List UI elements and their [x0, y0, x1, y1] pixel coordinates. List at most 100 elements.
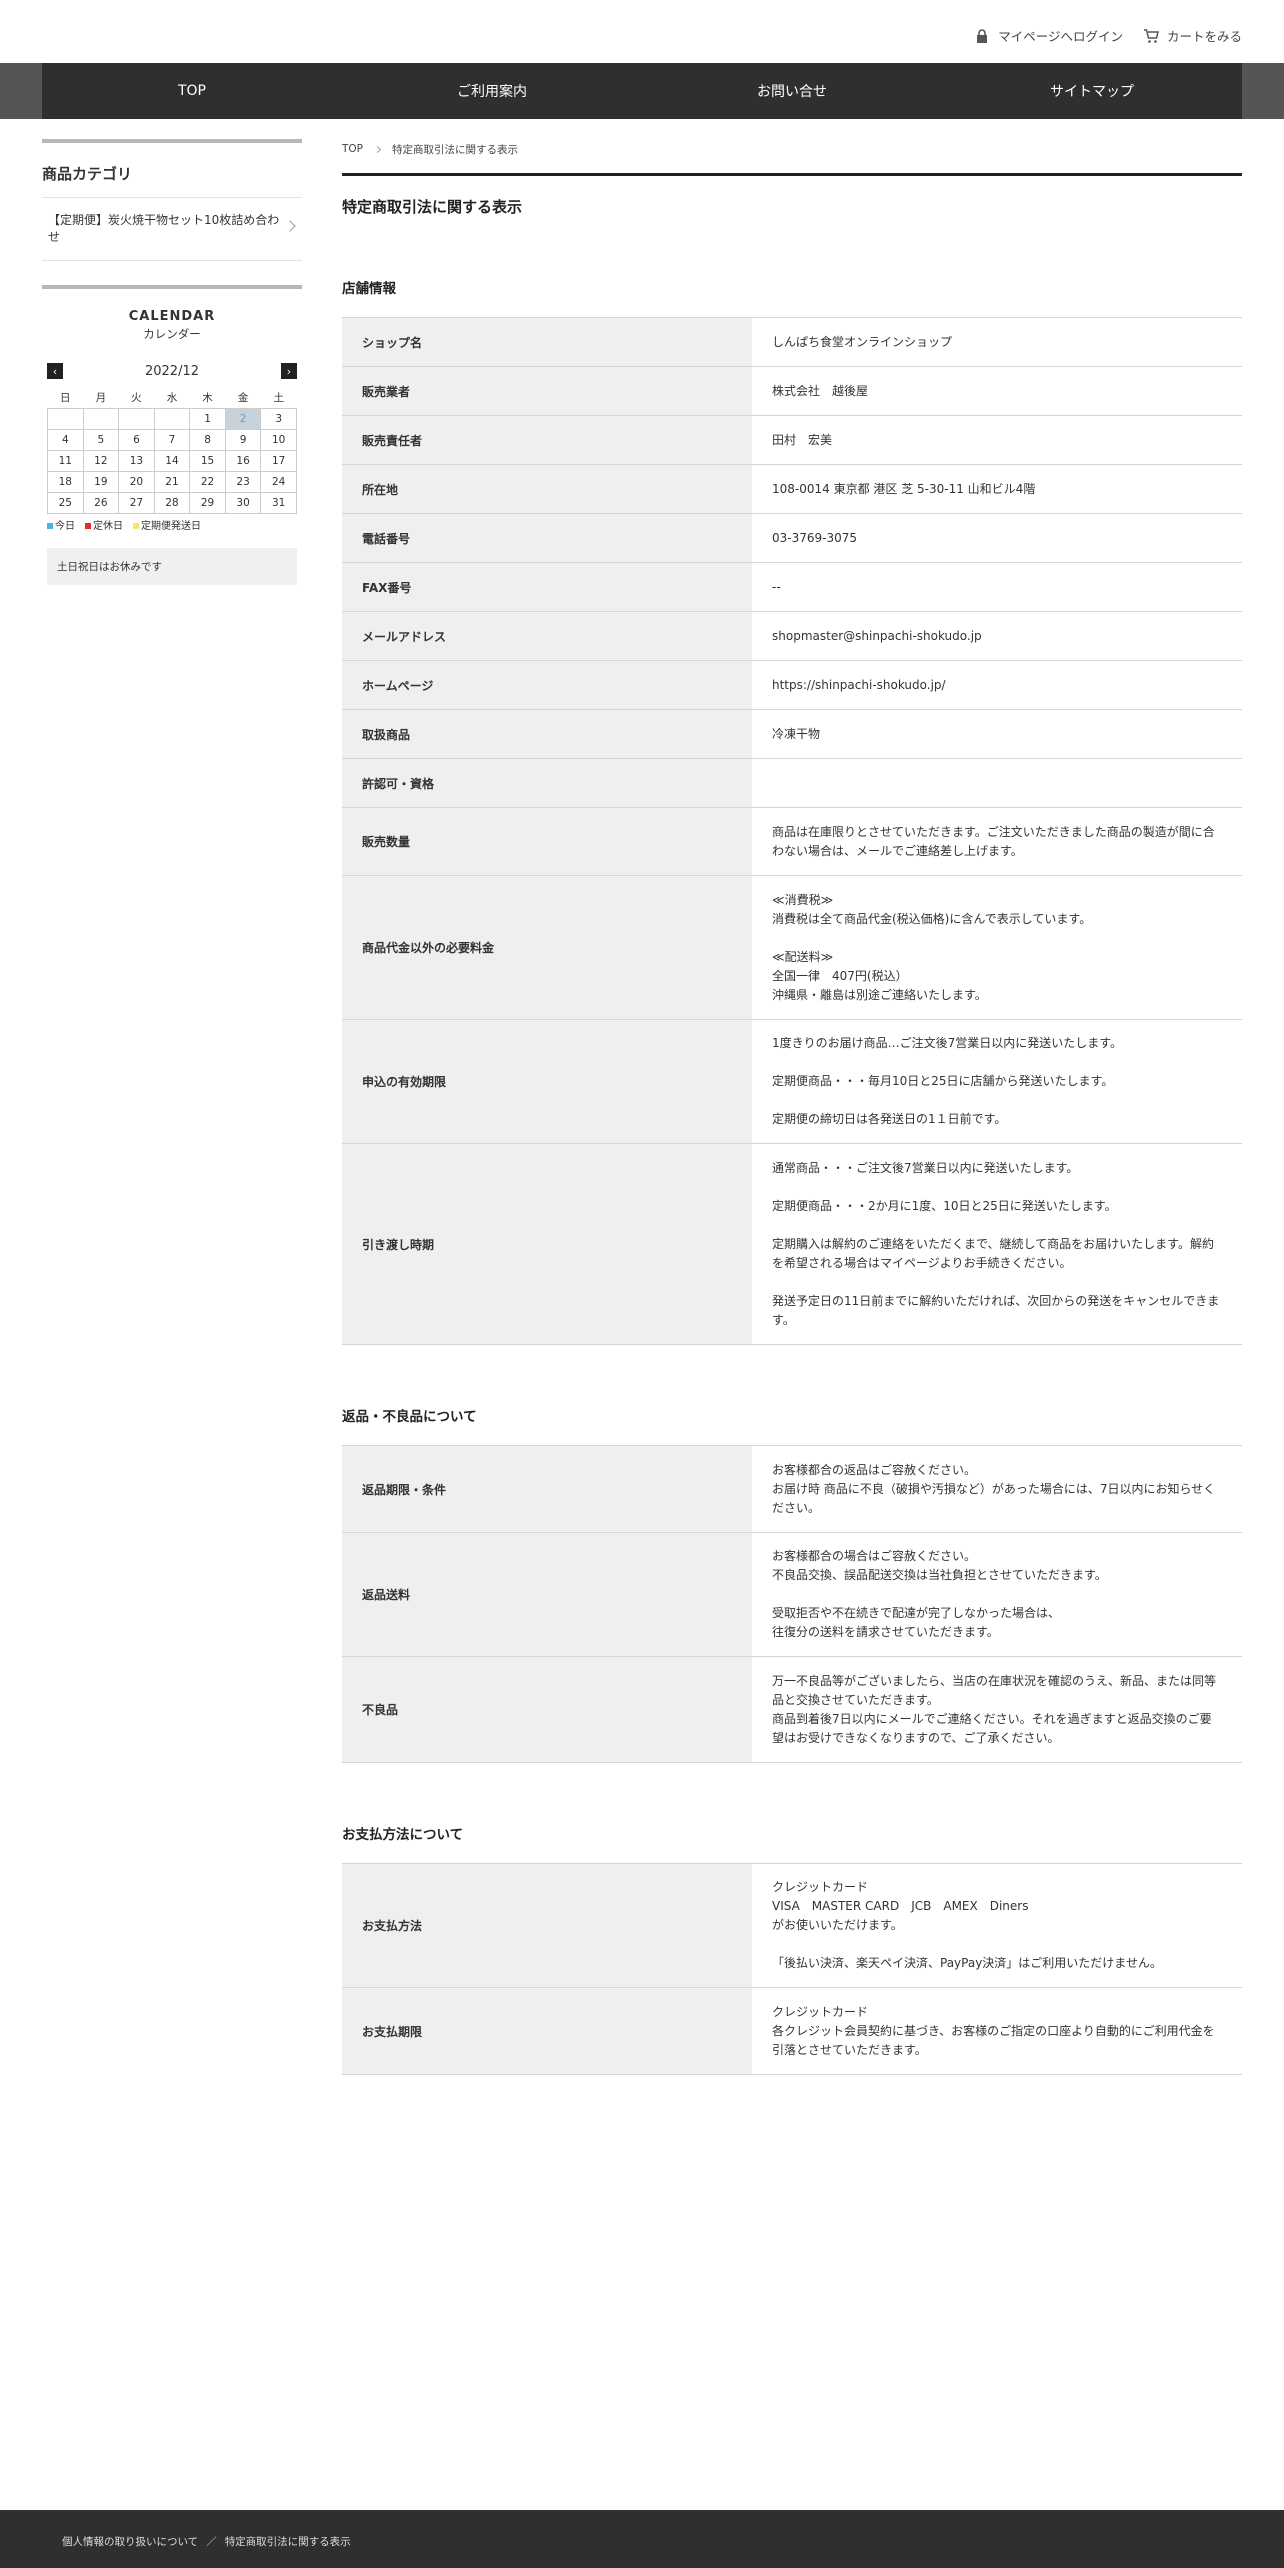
- calendar-day: 31: [260, 491, 297, 514]
- info-row: FAX番号 --: [342, 562, 1242, 612]
- legend-swatch: [133, 522, 139, 529]
- info-value: [752, 759, 1242, 808]
- calendar-grid: 日月火水木金土 1 2 3 4 5 6 7 8 9 10 11 12 13 14 15 16 17 18 19 20 2…: [47, 388, 297, 514]
- calendar-day: 22: [189, 470, 226, 493]
- cart-link[interactable]: カートをみる: [1143, 26, 1242, 45]
- info-label: 販売責任者: [342, 415, 752, 465]
- prev-month-button[interactable]: ‹: [47, 363, 63, 379]
- calendar-day: 28: [153, 491, 191, 514]
- info-label: ショップ名: [342, 317, 752, 367]
- footer-tokusho-link[interactable]: 特定商取引法に関する表示: [225, 2534, 351, 2549]
- info-label: 販売業者: [342, 366, 752, 416]
- legend-swatch: [85, 522, 91, 529]
- info-row: 許認可・資格: [342, 758, 1242, 808]
- category-item-label: 【定期便】炭火焼干物セット10枚詰め合わせ: [48, 213, 280, 244]
- global-nav-wrapper: TOP ご利用案内 お問い合せ サイトマップ: [0, 63, 1284, 119]
- weekday-label: 日: [60, 392, 71, 405]
- weekday-label: 金: [237, 392, 249, 405]
- nav-sitemap[interactable]: サイトマップ: [942, 63, 1242, 119]
- legend-item: 定期便発送日: [133, 517, 201, 532]
- info-value: shopmaster@shinpachi-shokudo.jp: [772, 628, 982, 643]
- calendar-day: 19: [82, 470, 120, 493]
- calendar-day: 29: [189, 491, 226, 514]
- calendar-day: 2: [224, 407, 262, 430]
- info-value: https://shinpachi-shokudo.jp/: [772, 677, 946, 692]
- calendar-day: 16: [224, 449, 262, 472]
- nav-guide[interactable]: ご利用案内: [342, 63, 642, 119]
- info-value: 万一不良品等がございましたら、当店の在庫状況を確認のうえ、新品、または同等品と交…: [772, 1673, 1217, 1745]
- mypage-login-link[interactable]: マイページへログイン: [974, 26, 1123, 45]
- info-value: お客様都合の場合はご容赦ください。 不良品交換、誤品配送交換は当社負担とさせてい…: [772, 1549, 1107, 1639]
- info-label: 不良品: [342, 1656, 752, 1763]
- calendar-day: 10: [260, 428, 297, 451]
- info-label: 許認可・資格: [342, 758, 752, 808]
- info-label: 引き渡し時期: [342, 1143, 752, 1345]
- breadcrumb-current: 特定商取引法に関する表示: [392, 143, 519, 156]
- info-label: 販売数量: [342, 807, 752, 876]
- calendar-day: 20: [118, 470, 155, 493]
- legend-swatch: [47, 522, 53, 529]
- footer-privacy-link[interactable]: 個人情報の取り扱いについて: [62, 2534, 198, 2549]
- nav-top[interactable]: TOP: [42, 63, 342, 119]
- info-value: 通常商品・・・ご注文後7営業日以内に発送いたします。 定期便商品・・・2か月に1…: [772, 1160, 1220, 1327]
- calendar-week: 4 5 6 7 8 9 10: [47, 428, 297, 451]
- calendar-title: CALENDAR: [128, 309, 216, 324]
- calendar-day: 4: [47, 428, 84, 451]
- info-table: 返品期限・条件 お客様都合の返品はご容赦ください。 お届け時 商品に不良（破損や汚…: [342, 1445, 1242, 1763]
- calendar-divider: [42, 285, 302, 289]
- calendar-day: 11: [47, 449, 84, 472]
- calendar-day: 25: [47, 491, 84, 514]
- info-row: 販売責任者 田村 宏美: [342, 415, 1242, 465]
- calendar-legend: 今日 定休日 定期便発送日: [47, 517, 297, 532]
- legend-item: 定休日: [85, 517, 123, 532]
- breadcrumb-top-link[interactable]: TOP: [342, 143, 363, 155]
- weekday-label: 木: [202, 392, 213, 405]
- calendar-subtitle: カレンダー: [143, 327, 201, 341]
- calendar-day: 24: [260, 470, 297, 493]
- calendar-day: 21: [153, 470, 191, 493]
- info-value: しんぱち食堂オンラインショップ: [772, 334, 953, 349]
- info-label: FAX番号: [342, 562, 752, 612]
- info-value: 1度きりのお届け商品…ご注文後7営業日以内に発送いたします。 定期便商品・・・毎…: [772, 1036, 1123, 1126]
- info-label: 商品代金以外の必要料金: [342, 875, 752, 1020]
- legend-label: 定休日: [93, 520, 123, 532]
- next-month-button[interactable]: ›: [280, 363, 297, 379]
- calendar-day: 30: [224, 491, 262, 514]
- weekday-label: 水: [166, 392, 178, 405]
- info-table: お支払方法 クレジットカード VISA MASTER CARD JCB AMEX …: [342, 1863, 1242, 2075]
- section-title: 店舗情報: [342, 281, 396, 297]
- info-row: 申込の有効期限 1度きりのお届け商品…ご注文後7営業日以内に発送いたします。 定期…: [342, 1019, 1242, 1144]
- weekday-label: 火: [131, 392, 142, 405]
- nav-contact[interactable]: お問い合せ: [642, 63, 942, 119]
- weekday-label: 月: [95, 392, 107, 405]
- breadcrumb-separator-icon: [373, 145, 382, 153]
- info-label: 返品期限・条件: [342, 1445, 752, 1533]
- info-label: メールアドレス: [342, 611, 752, 661]
- global-nav: TOP ご利用案内 お問い合せ サイトマップ: [42, 63, 1242, 119]
- calendar-day: 8: [189, 428, 226, 451]
- info-row: 所在地 108-0014 東京都 港区 芝 5-30-11 山和ビル4階: [342, 464, 1242, 514]
- calendar-empty-cell: [153, 407, 191, 430]
- info-value: 冷凍干物: [772, 726, 821, 741]
- utility-links: マイページへログイン カートをみる: [974, 26, 1242, 45]
- info-row: ショップ名 しんぱち食堂オンラインショップ: [342, 317, 1242, 367]
- info-value: クレジットカード 各クレジット会員契約に基づき、お客様のご指定の口座より自動的に…: [772, 2004, 1215, 2057]
- calendar-day: 18: [47, 470, 84, 493]
- breadcrumb: TOP 特定商取引法に関する表示: [342, 139, 1242, 159]
- calendar-week: 123: [47, 407, 297, 430]
- calendar-day: 23: [224, 470, 262, 493]
- legend-label: 今日: [55, 520, 75, 532]
- calendar-empty-cell: [118, 407, 155, 430]
- info-row: 商品代金以外の必要料金 ≪消費税≫ 消費税は全て商品代金(税込価格)に含んで表示し…: [342, 875, 1242, 1020]
- info-value: 03-3769-3075: [772, 530, 858, 545]
- info-value: 田村 宏美: [772, 432, 833, 447]
- lock-icon: [977, 28, 988, 43]
- calendar-day: 13: [118, 449, 155, 472]
- cart-icon: [1143, 28, 1159, 43]
- info-label: お支払期限: [342, 1987, 752, 2075]
- category-item[interactable]: 【定期便】炭火焼干物セット10枚詰め合わせ: [42, 197, 302, 261]
- footer-links: 個人情報の取り扱いについて ／ 特定商取引法に関する表示: [62, 2534, 351, 2549]
- chevron-right-icon: [284, 220, 296, 232]
- info-row: ホームページ https://shinpachi-shokudo.jp/: [342, 660, 1242, 710]
- info-value: 株式会社 越後屋: [772, 383, 869, 398]
